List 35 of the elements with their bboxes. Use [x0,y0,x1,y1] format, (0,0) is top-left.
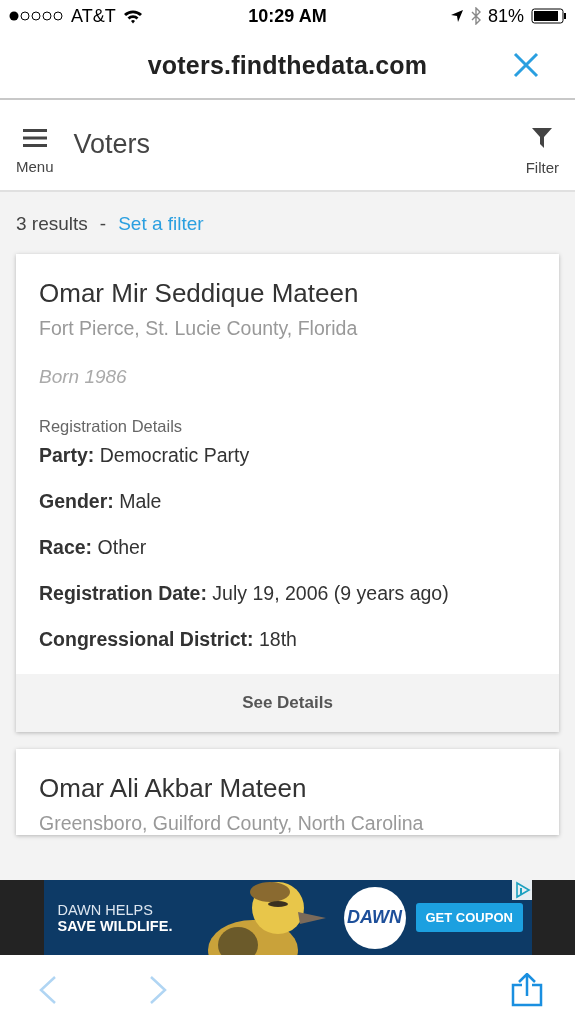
bluetooth-icon [470,7,481,25]
battery-percent: 81% [487,5,524,27]
birth-year: Born 1986 [39,366,128,388]
detail-field: Party: Democratic Party [39,444,536,467]
detail-field: Race: Other [39,536,536,559]
location-arrow-icon [449,9,464,23]
brand-logo: DAWN [343,886,406,949]
results-count: 3 results [16,213,88,235]
voter-location: Fort Pierce, St. Lucie County, Florida [39,317,359,340]
battery-icon [531,8,567,24]
filter-icon [531,126,554,149]
ad-choices-icon[interactable] [511,880,532,900]
signal-icon [8,10,64,22]
voter-name: Omar Mir Seddique Mateen [39,278,360,309]
menu-icon [22,127,47,148]
clock-time: 10:29 AM [248,5,327,27]
separator-text: - [99,213,107,235]
detail-field: Congressional District: 18th [39,628,536,651]
detail-field: Registration Date: July 19, 2006 (9 years ago) [39,582,536,605]
section-heading: Registration Details [39,417,184,436]
carrier-name: AT&T [71,5,116,27]
voter-location: Greensboro, Guilford County, North Carolina [39,812,425,835]
share-icon[interactable] [511,972,543,1007]
voter-name: Omar Ali Akbar Mateen [39,773,308,804]
menu-button[interactable]: Menu [16,115,54,175]
ad-headline: DAWN HELPS [57,901,154,918]
filter-button[interactable]: Filter [525,114,559,176]
detail-field: Gender: Male [39,490,536,513]
page-title: Voters [73,128,152,160]
close-icon[interactable] [513,52,539,78]
wifi-icon [122,8,143,24]
see-details-button[interactable]: See Details [16,674,559,732]
ad-banner[interactable]: DAWN HELPS SAVE WILDLIFE. DAWN GET COUPON [43,880,532,955]
url-text: voters.findthedata.com [147,50,428,80]
ad-headline: SAVE WILDLIFE. [57,917,174,934]
